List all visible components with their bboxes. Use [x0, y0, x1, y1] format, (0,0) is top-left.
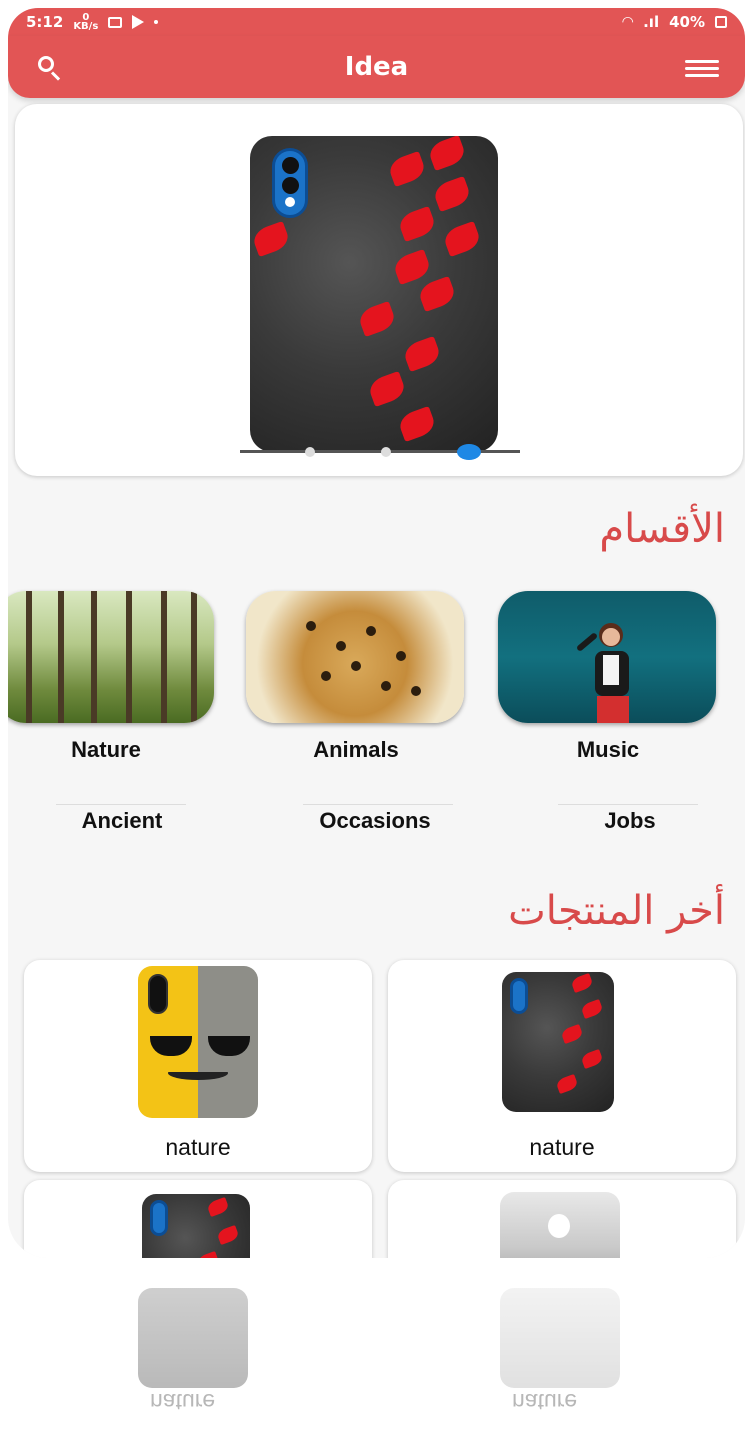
screen-reflection: nature nature [0, 1258, 745, 1446]
reflection-label: nature [512, 1389, 578, 1415]
animals-image [246, 591, 464, 723]
product-card[interactable]: nature [24, 960, 372, 1172]
apple-logo-icon [548, 1214, 570, 1238]
girl-figure [577, 623, 629, 723]
banner-image [250, 136, 498, 452]
slider-indicator [305, 444, 481, 460]
signal-icon: .ıl [643, 13, 660, 31]
subcategory-ancient[interactable]: Ancient [32, 808, 212, 834]
menu-button[interactable] [685, 60, 719, 80]
product-card[interactable] [24, 1180, 372, 1258]
camera-icon [272, 148, 308, 218]
battery-icon [715, 16, 727, 28]
category-label: Animals [313, 737, 399, 762]
product-image [500, 1192, 620, 1258]
slider-dot-active[interactable] [457, 444, 481, 460]
category-nature[interactable]: Nature [8, 591, 216, 763]
latest-products-title: أخر المنتجات [508, 888, 725, 934]
mustache-icon [168, 1066, 228, 1080]
product-image [138, 966, 258, 1118]
reflection-label: nature [150, 1389, 216, 1415]
gallery-icon [108, 16, 123, 28]
app-bar: Idea [8, 36, 745, 98]
battery-percent: 40% [669, 13, 705, 31]
product-label: nature [165, 1134, 231, 1160]
sunglasses-icon [150, 1036, 250, 1056]
status-time: 5:12 [26, 13, 64, 31]
subcategory-occasions[interactable]: Occasions [285, 808, 465, 834]
search-icon [38, 56, 54, 72]
product-card[interactable]: nature [388, 960, 736, 1172]
category-music[interactable]: Music [498, 591, 718, 763]
music-image [498, 591, 716, 723]
product-label: nature [529, 1134, 595, 1160]
wifi-icon: ◠ [622, 14, 634, 30]
category-label: Nature [71, 737, 141, 762]
menu-icon [685, 60, 719, 63]
search-button[interactable] [36, 54, 66, 84]
category-animals[interactable]: Animals [246, 591, 466, 763]
app-screen: 5:12 0 KB/s ◠ .ıl 40% Idea الأقسام Natur… [8, 8, 745, 1258]
nature-image [8, 591, 214, 723]
category-label: Music [576, 737, 640, 762]
subcategory-jobs[interactable]: Jobs [540, 808, 720, 834]
app-title: Idea [344, 52, 409, 82]
product-image [502, 972, 614, 1112]
slider-dot[interactable] [381, 447, 391, 457]
product-image [142, 1194, 250, 1258]
product-card[interactable] [388, 1180, 736, 1258]
categories-title: الأقسام [599, 506, 725, 552]
status-bar: 5:12 0 KB/s ◠ .ıl 40% [8, 8, 745, 36]
net-speed: 0 KB/s [73, 12, 99, 32]
notification-dot-icon [154, 20, 159, 24]
play-store-icon [132, 15, 145, 29]
slider-dot[interactable] [305, 447, 315, 457]
banner-slider[interactable] [15, 104, 743, 476]
